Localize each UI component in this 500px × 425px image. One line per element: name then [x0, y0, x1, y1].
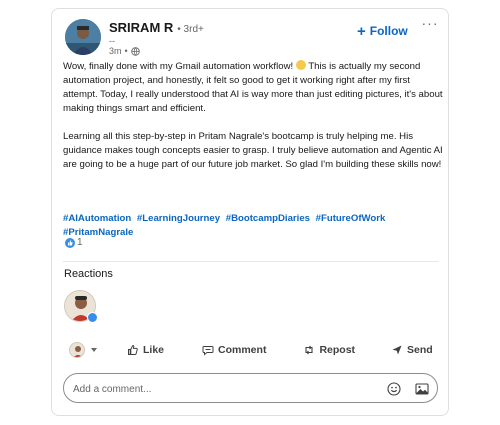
ellipsis-icon: ··· [421, 15, 439, 31]
reaction-count[interactable]: 1 [65, 237, 83, 248]
repost-label: Repost [319, 344, 356, 356]
post-text-part1: Wow, finally done with my Gmail automati… [63, 61, 296, 72]
author-avatar[interactable] [65, 19, 101, 55]
globe-icon [130, 46, 140, 56]
comment-icon [202, 346, 214, 356]
post-text: Wow, finally done with my Gmail automati… [63, 60, 443, 172]
hashtag-link[interactable]: #LearningJourney [137, 213, 220, 224]
action-bar: Like Comment Repost Send [63, 338, 439, 362]
like-button[interactable]: Like [127, 344, 164, 356]
post-card: SRIRAM R • 3rd+ -- 3m • + Follow ··· Wow… [51, 8, 449, 416]
post-text-part2: This is actually my second automation pr… [63, 61, 443, 170]
more-options-button[interactable]: ··· [420, 15, 440, 33]
send-button[interactable]: Send [391, 344, 433, 356]
send-label: Send [407, 344, 433, 356]
thumbs-up-icon [128, 345, 138, 355]
hashtag-link[interactable]: #FutureOfWork [316, 213, 386, 224]
plus-icon: + [357, 22, 366, 40]
hashtag-list: #AIAutomation #LearningJourney #Bootcamp… [63, 212, 443, 240]
hashtag-link[interactable]: #AIAutomation [63, 213, 131, 224]
post-time: 3m [109, 46, 122, 56]
add-photo-button[interactable] [415, 382, 429, 396]
send-icon [392, 345, 402, 355]
comment-input[interactable] [73, 381, 363, 397]
comment-label: Comment [218, 344, 267, 356]
like-reaction-icon [65, 237, 75, 248]
emoji-button[interactable] [387, 382, 401, 396]
comment-box [63, 373, 438, 403]
post-meta: 3m • [109, 45, 140, 57]
comment-button[interactable]: Comment [202, 344, 266, 356]
chevron-down-icon [91, 348, 97, 352]
image-icon [415, 383, 429, 395]
author-name-row: SRIRAM R • 3rd+ [109, 20, 204, 36]
follow-button[interactable]: + Follow [357, 21, 408, 41]
follow-label: Follow [369, 24, 408, 38]
repost-icon [305, 345, 313, 355]
current-user-avatar [69, 342, 85, 358]
smile-emoji-icon [295, 60, 306, 70]
reaction-count-value: 1 [77, 237, 83, 248]
hashtag-link[interactable]: #BootcampDiaries [226, 213, 310, 224]
actor-switcher[interactable] [63, 342, 119, 358]
divider [63, 261, 439, 262]
author-name[interactable]: SRIRAM R [109, 20, 173, 35]
smiley-icon [387, 382, 401, 396]
repost-button[interactable]: Repost [303, 344, 355, 356]
reactions-heading: Reactions [64, 268, 113, 280]
like-badge-icon [87, 312, 98, 323]
like-label: Like [143, 344, 165, 356]
connection-degree: • 3rd+ [177, 24, 204, 35]
